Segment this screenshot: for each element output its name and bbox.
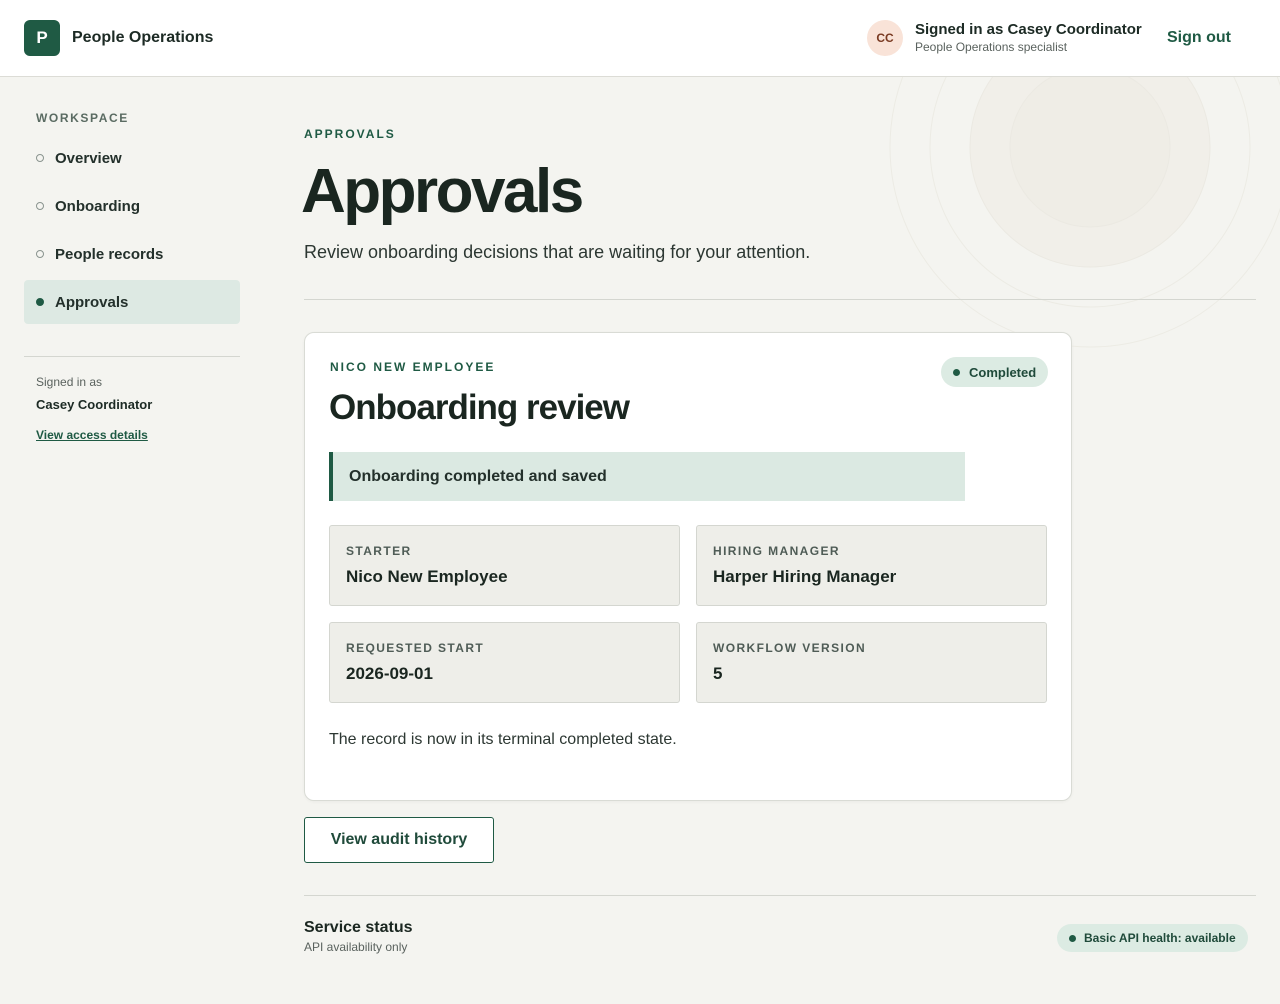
nav-bullet-icon [36, 154, 44, 162]
sidebar-item-onboarding[interactable]: Onboarding [24, 184, 240, 228]
sign-out-button[interactable]: Sign out [1154, 23, 1244, 53]
status-badge-label: Completed [969, 364, 1037, 380]
sidebar-item-label: Onboarding [55, 197, 140, 215]
card-employee-name: NICO NEW EMPLOYEE [330, 360, 496, 374]
view-access-details-link[interactable]: View access details [36, 428, 148, 442]
sidebar-item-label: People records [55, 245, 164, 263]
sidebar-item-label: Approvals [55, 293, 129, 311]
card-title: Onboarding review [329, 388, 630, 427]
success-notice: Onboarding completed and saved [329, 452, 965, 501]
field-requested-start: REQUESTED START 2026-09-01 [329, 622, 680, 703]
service-status-title: Service status [304, 919, 413, 936]
nav-bullet-icon [36, 250, 44, 258]
field-label: REQUESTED START [346, 641, 485, 655]
sidebar-divider [24, 356, 240, 357]
sidebar-item-people-records[interactable]: People records [24, 232, 240, 276]
status-dot-icon [953, 368, 960, 376]
signed-in-user: Signed in as Casey Coordinator [915, 21, 1142, 38]
nav-bullet-icon [36, 202, 44, 210]
api-health-badge: Basic API health: available [1057, 924, 1248, 952]
section-divider [304, 299, 1256, 300]
brand-logo[interactable]: P [24, 20, 60, 56]
page-title: Approvals [301, 157, 584, 226]
field-value: Harper Hiring Manager [713, 567, 897, 586]
field-value: 2026-09-01 [346, 664, 433, 683]
card-footer-text: The record is now in its terminal comple… [329, 731, 677, 748]
health-dot-icon [1069, 934, 1076, 942]
sidebar-item-overview[interactable]: Overview [24, 136, 240, 180]
nav-bullet-icon [36, 298, 44, 306]
field-label: HIRING MANAGER [713, 544, 840, 558]
onboarding-review-card: NICO NEW EMPLOYEE Onboarding review Comp… [304, 332, 1072, 801]
page-subtitle: Review onboarding decisions that are wai… [304, 242, 811, 262]
status-badge: Completed [941, 357, 1049, 387]
field-starter: STARTER Nico New Employee [329, 525, 680, 606]
sidebar-section-label: WORKSPACE [36, 111, 129, 125]
sidebar-item-label: Overview [55, 149, 122, 167]
api-health-label: Basic API health: available [1084, 931, 1236, 945]
field-value: Nico New Employee [346, 567, 508, 586]
success-notice-text: Onboarding completed and saved [349, 467, 607, 485]
field-label: WORKFLOW VERSION [713, 641, 867, 655]
field-workflow-version: WORKFLOW VERSION 5 [696, 622, 1047, 703]
field-label: STARTER [346, 544, 412, 558]
footer-divider [304, 895, 1256, 896]
field-value: 5 [713, 664, 723, 683]
view-audit-history-button[interactable]: View audit history [304, 817, 494, 863]
avatar: CC [867, 20, 903, 56]
user-role: People Operations specialist [915, 40, 1068, 54]
app-name[interactable]: People Operations [72, 29, 213, 47]
page-eyebrow: APPROVALS [304, 127, 396, 141]
top-bar: P People Operations CC Signed in as Case… [0, 0, 1280, 77]
sidebar-signed-in-label: Signed in as [36, 375, 103, 389]
field-hiring-manager: HIRING MANAGER Harper Hiring Manager [696, 525, 1047, 606]
sidebar-item-approvals[interactable]: Approvals [24, 280, 240, 324]
sidebar-user-name: Casey Coordinator [36, 397, 153, 412]
service-status-subtitle: API availability only [304, 940, 408, 954]
